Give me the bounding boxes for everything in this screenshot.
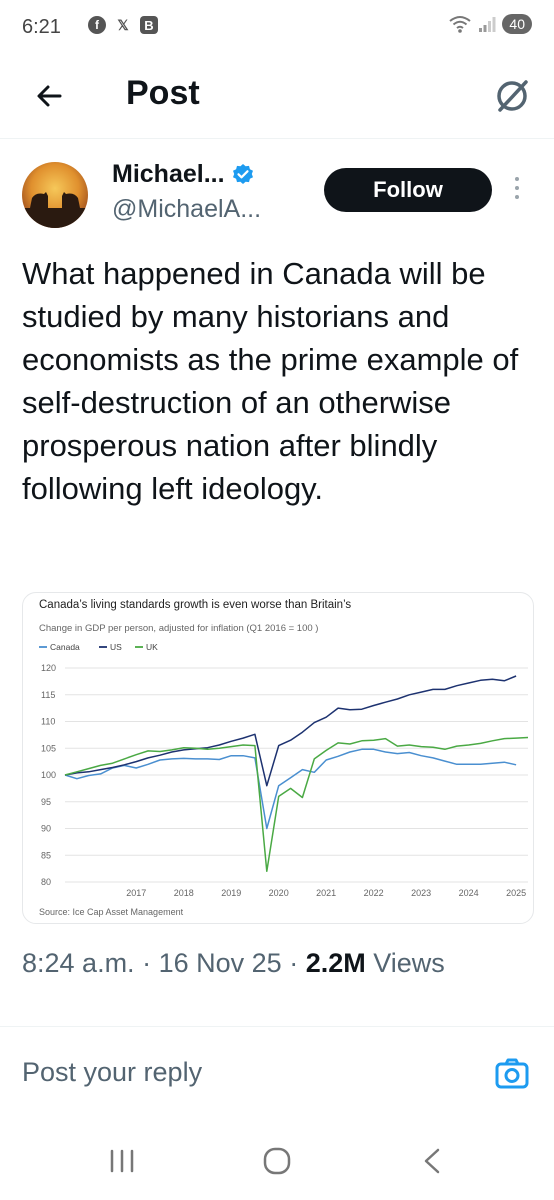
y-tick-label: 95	[41, 797, 51, 807]
post-image-chart[interactable]: Canada’s living standards growth is even…	[22, 592, 534, 924]
chart-source: Source: Ice Cap Asset Management	[39, 907, 184, 917]
status-right: 40	[448, 14, 532, 34]
x-logo-icon: 𝕏	[117, 16, 129, 33]
system-nav-bar	[0, 1128, 554, 1200]
status-bar: 6:21 f 𝕏 B 40	[0, 0, 554, 56]
chart-series	[64, 675, 529, 873]
b-app-icon: B	[140, 16, 158, 34]
x-tick-label: 2018	[174, 888, 194, 898]
status-app-icons: f 𝕏 B	[88, 16, 158, 34]
y-tick-label: 85	[41, 850, 51, 860]
follow-button[interactable]: Follow	[324, 168, 492, 212]
divider	[0, 1026, 554, 1027]
author-name-row[interactable]: Michael...	[112, 160, 255, 189]
post-header: Post	[0, 56, 554, 139]
views-label: Views	[373, 948, 445, 978]
post-meta: 8:24 a.m. · 16 Nov 25 · 2.2M Views	[22, 948, 445, 979]
chart-x-ticks: 2017 2018 2019 2020 2021 2022 2023 2024 2025	[126, 888, 526, 898]
legend-label: US	[110, 642, 122, 652]
author-handle[interactable]: @MichaelA...	[112, 195, 261, 224]
y-tick-label: 80	[41, 877, 51, 887]
page-title: Post	[126, 74, 200, 112]
y-tick-label: 115	[41, 690, 55, 700]
x-tick-label: 2017	[126, 888, 146, 898]
avatar[interactable]	[22, 162, 88, 228]
chart-grid	[65, 667, 528, 883]
y-tick-label: 90	[41, 824, 51, 834]
x-tick-label: 2021	[316, 888, 336, 898]
chart-y-ticks: 120 115 110 105 100 95 90 85 80	[41, 663, 56, 887]
post-text: What happened in Canada will be studied …	[22, 256, 519, 506]
signal-icon	[479, 17, 496, 32]
views-count: 2.2M	[305, 948, 366, 978]
chart-legend: Canada US UK	[39, 642, 158, 652]
arrow-left-icon[interactable]	[30, 76, 70, 116]
wifi-icon	[449, 16, 472, 33]
x-tick-label: 2022	[364, 888, 384, 898]
legend-label: UK	[146, 642, 158, 652]
x-tick-label: 2020	[269, 888, 289, 898]
y-tick-label: 120	[41, 663, 56, 673]
series-line-us	[64, 675, 517, 787]
avatar-image	[22, 162, 88, 228]
legend-label: Canada	[50, 642, 80, 652]
post-time: 8:24 a.m.	[22, 948, 135, 978]
y-tick-label: 105	[41, 743, 56, 753]
x-tick-label: 2019	[221, 888, 241, 898]
author-name[interactable]: Michael...	[112, 160, 225, 189]
back-nav-icon[interactable]	[420, 1146, 444, 1176]
home-icon[interactable]	[262, 1146, 292, 1176]
x-tick-label: 2024	[459, 888, 479, 898]
y-tick-label: 110	[41, 717, 55, 727]
x-tick-label: 2025	[506, 888, 526, 898]
series-line-uk	[64, 736, 529, 873]
reply-input[interactable]: Post your reply	[22, 1057, 202, 1088]
recent-apps-icon[interactable]	[108, 1146, 136, 1176]
post-date: 16 Nov 25	[158, 948, 282, 978]
chart-title: Canada’s living standards growth is even…	[39, 599, 351, 611]
chart-subtitle: Change in GDP per person, adjusted for i…	[39, 623, 318, 634]
meta-dot: ·	[289, 948, 299, 978]
facebook-icon: f	[88, 16, 106, 34]
y-tick-label: 100	[41, 770, 56, 780]
battery-icon: 40	[502, 14, 532, 34]
meta-dot: ·	[142, 948, 152, 978]
status-time: 6:21	[22, 16, 61, 38]
chart-svg: Canada’s living standards growth is even…	[39, 599, 529, 917]
more-vertical-icon[interactable]	[510, 172, 524, 212]
verified-badge-icon	[232, 163, 253, 184]
x-tick-label: 2023	[411, 888, 431, 898]
grok-icon[interactable]	[490, 74, 534, 118]
camera-icon[interactable]	[494, 1056, 530, 1092]
